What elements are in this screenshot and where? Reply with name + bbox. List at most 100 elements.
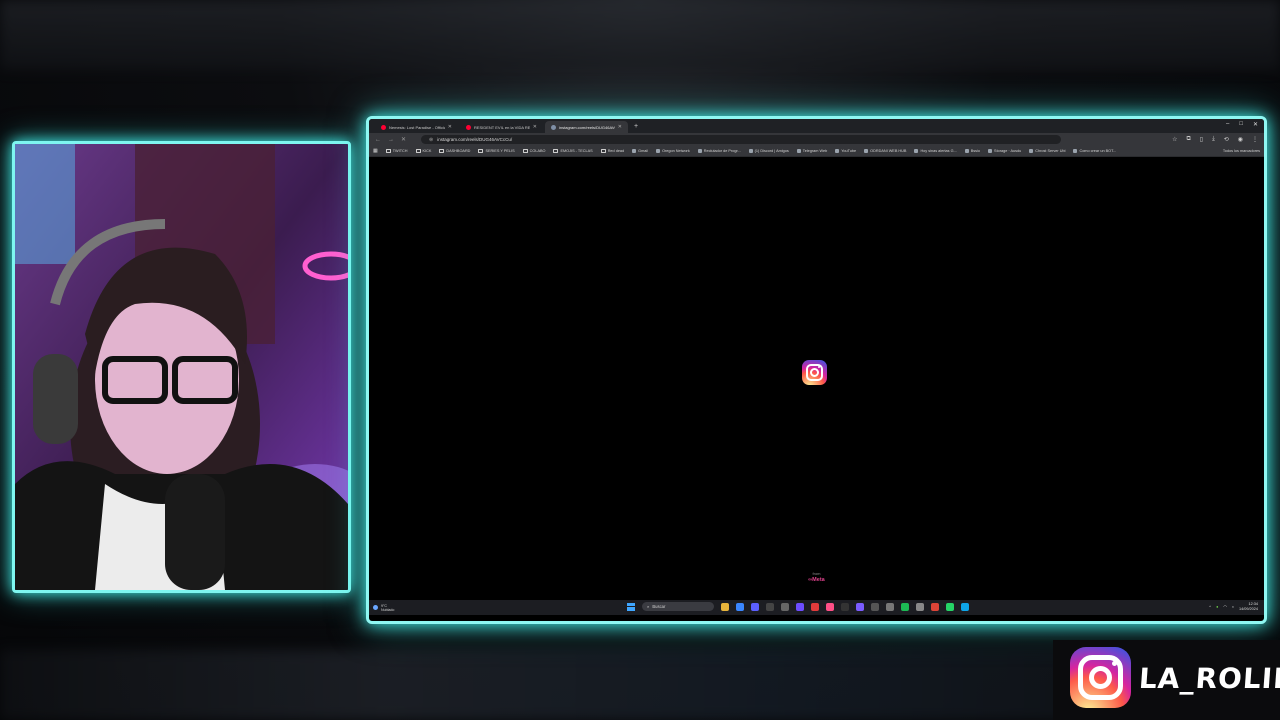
app-icon[interactable] <box>841 602 849 611</box>
bookmark-item[interactable]: Hoy sinas alertas G... <box>914 149 957 153</box>
bookmark-item[interactable]: Chrost Server Ubi <box>1029 149 1065 153</box>
app-icon[interactable] <box>766 602 774 611</box>
nvidia-icon[interactable]: ● <box>1216 605 1218 609</box>
maximize-button[interactable]: □ <box>1239 121 1243 128</box>
close-tab-icon[interactable]: ✕ <box>533 124 537 130</box>
app-icon[interactable] <box>826 602 834 611</box>
search-placeholder: Buscar <box>652 604 666 609</box>
bookmark-item[interactable]: Gmail <box>632 149 648 153</box>
file-explorer-icon[interactable] <box>721 602 729 611</box>
app-icon[interactable] <box>916 602 924 611</box>
bookmark-item[interactable]: Bssio <box>964 149 980 153</box>
tab-resident-evil[interactable]: RESIDENT EVIL en la VIDA REAL ✕ <box>460 121 543 133</box>
whatsapp-icon[interactable] <box>946 602 954 611</box>
chevron-up-icon[interactable]: ^ <box>1209 605 1211 609</box>
back-icon[interactable]: ← <box>375 137 381 143</box>
app-icon[interactable] <box>871 602 879 611</box>
speaker-icon[interactable]: ◖ <box>1232 605 1234 609</box>
tab-instagram[interactable]: instagram.com/reels/DUG46AVCcCu/ ✕ <box>545 121 628 133</box>
bookmark-item[interactable]: Telegram Web <box>796 149 828 153</box>
start-button[interactable] <box>627 602 635 611</box>
bookmark-item[interactable]: ODRDANI WEB HUB <box>864 149 906 153</box>
new-tab-button[interactable]: + <box>634 123 638 130</box>
bookmark-item[interactable]: Storage · Ausdu <box>988 149 1021 153</box>
bookmark-item[interactable]: DASHBOARD <box>439 149 470 153</box>
bookmark-item[interactable]: Oregon Network <box>656 149 690 153</box>
bookmarks-bar: ▦ TWITCH KICK DASHBOARD SERIES Y PELIS COLAB… <box>369 146 1264 157</box>
weather-icon <box>373 605 378 610</box>
folder-icon <box>478 149 484 153</box>
clock[interactable]: 12:34 14/09/2024 <box>1239 602 1258 611</box>
menu-icon[interactable]: ⋮ <box>1252 136 1258 143</box>
app-icon[interactable] <box>781 602 789 611</box>
history-icon[interactable]: ⟲ <box>1224 136 1229 143</box>
close-window-button[interactable]: ✕ <box>1253 121 1258 128</box>
store-icon[interactable] <box>736 602 744 611</box>
favicon-icon <box>796 149 801 153</box>
tab-strip: Nemesis: Lost Paradise - Officia ✕ RESID… <box>369 119 1264 133</box>
tab-title: Nemesis: Lost Paradise - Officia <box>389 124 445 130</box>
search-icon: ⌕ <box>647 604 650 609</box>
brand-name: LA_ROLII <box>1137 662 1280 695</box>
globe-icon <box>551 124 556 130</box>
bookmark-label: Red dead <box>607 149 625 153</box>
spotify-icon[interactable] <box>901 602 909 611</box>
forward-icon[interactable]: → <box>388 137 394 143</box>
url-text: instagram.com/reels/DUG46AVCcCu/ <box>437 137 513 142</box>
bookmark-item[interactable]: Red dead <box>600 149 625 153</box>
minimize-button[interactable]: – <box>1226 121 1229 128</box>
bookmark-item[interactable]: Reclutador de Progr... <box>697 149 741 153</box>
bookmark-label: Gmail <box>638 149 649 153</box>
favicon-icon <box>697 149 702 153</box>
stop-icon[interactable]: ✕ <box>401 136 406 143</box>
bookmark-label: Telegram Web <box>802 149 828 153</box>
weather-widget[interactable]: 9°C Nublado <box>373 604 394 612</box>
bookmark-item[interactable]: TWITCH <box>385 149 408 153</box>
extensions-icon[interactable]: ⧉ <box>1186 136 1190 143</box>
bookmark-star-icon[interactable]: ☆ <box>1172 136 1177 143</box>
bookmark-label: Oregon Network <box>662 149 690 153</box>
bookmark-label: Reclutador de Progr... <box>703 149 741 153</box>
system-tray: ^ ● ◠ ◖ 12:34 14/09/2024 <box>1209 602 1258 611</box>
discord-icon[interactable] <box>856 602 864 611</box>
download-icon[interactable]: ⤓ <box>1212 136 1215 143</box>
close-tab-icon[interactable]: ✕ <box>448 124 452 130</box>
all-bookmarks[interactable]: Todos los marcadores <box>1216 149 1260 153</box>
bookmark-item[interactable]: EMOJIS - TECLAS <box>553 149 593 153</box>
bookmark-item[interactable]: KICK <box>415 149 431 153</box>
windows-taskbar: 9°C Nublado ⌕ Buscar ^ ● ◠ ◖ 12:34 14/09… <box>369 600 1264 615</box>
bookmark-item[interactable]: YouTube <box>835 149 856 153</box>
app-icon[interactable] <box>811 602 819 611</box>
profile-icon[interactable]: ◉ <box>1238 136 1243 143</box>
address-bar[interactable]: ⊜ instagram.com/reels/DUG46AVCcCu/ <box>421 135 1062 144</box>
favicon-icon <box>864 149 869 153</box>
browser-window: Nemesis: Lost Paradise - Officia ✕ RESID… <box>366 116 1267 624</box>
folder-icon <box>439 149 445 153</box>
favicon-icon <box>632 149 637 153</box>
bookmark-label: Storage · Ausdu <box>994 149 1022 153</box>
bookmark-label: Como crear un BOT... <box>1079 149 1117 153</box>
app-icon[interactable] <box>751 602 759 611</box>
bookmark-item[interactable]: Como crear un BOT... <box>1073 149 1116 153</box>
bookmark-item[interactable]: (1) Discord | Amigos <box>748 149 789 153</box>
favicon-icon <box>835 149 840 153</box>
wifi-icon[interactable]: ◠ <box>1223 604 1226 609</box>
taskbar-search[interactable]: ⌕ Buscar <box>642 602 714 611</box>
close-tab-icon[interactable]: ✕ <box>618 124 622 130</box>
bookmark-item[interactable]: COLABO <box>522 149 545 153</box>
site-info-icon[interactable]: ⊜ <box>429 137 433 143</box>
bookmark-item[interactable]: SERIES Y PELIS <box>478 149 515 153</box>
app-icon[interactable] <box>886 602 894 611</box>
chrome-icon[interactable] <box>931 602 939 611</box>
folder-icon <box>522 149 528 153</box>
stream-scene: Nemesis: Lost Paradise - Officia ✕ RESID… <box>0 0 1280 720</box>
favicon-icon <box>988 149 993 153</box>
tab-nemesis[interactable]: Nemesis: Lost Paradise - Officia ✕ <box>375 121 458 133</box>
edge-icon[interactable] <box>961 602 969 611</box>
weather-condition: Nublado <box>381 607 395 612</box>
split-view-icon[interactable]: ▯ <box>1200 136 1203 143</box>
bookmark-label: Hoy sinas alertas G... <box>920 149 957 153</box>
app-icon[interactable] <box>796 602 804 611</box>
favicon-icon <box>1073 149 1078 153</box>
apps-icon[interactable]: ▦ <box>373 148 378 154</box>
